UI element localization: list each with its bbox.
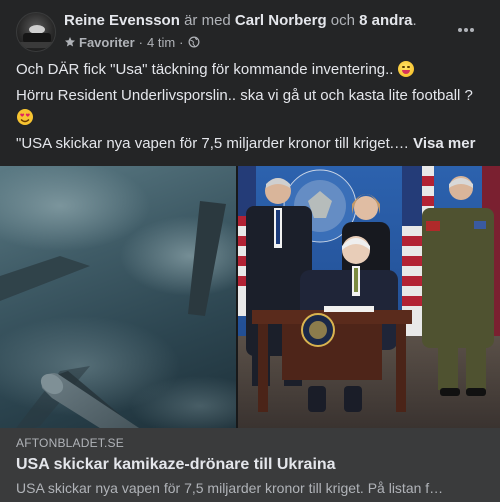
connector-text: är med bbox=[184, 12, 231, 29]
signing-image[interactable] bbox=[238, 166, 500, 428]
post-text-line-2: Hörru Resident Underlivsporslin.. ska vi… bbox=[16, 86, 473, 106]
others-link[interactable]: 8 andra bbox=[359, 12, 412, 29]
title-period: . bbox=[412, 12, 417, 29]
post-text-line-1: Och DÄR fick "Usa" täckning för kommande… bbox=[16, 60, 414, 80]
meta-separator: · bbox=[138, 34, 143, 50]
drone-image[interactable] bbox=[0, 166, 236, 428]
and-text: och bbox=[330, 12, 355, 29]
post-meta: Favoriter · 4 tim · bbox=[64, 34, 200, 50]
link-title[interactable]: USA skickar kamikaze-drönare till Ukrain… bbox=[16, 456, 336, 474]
see-more-link[interactable]: Visa mer bbox=[413, 135, 475, 152]
post-text-2: Hörru Resident Underlivsporslin.. ska vi… bbox=[16, 87, 473, 104]
more-options-icon[interactable] bbox=[450, 18, 482, 42]
post-text-line-3: "USA skickar nya vapen för 7,5 miljarder… bbox=[16, 134, 475, 154]
post-text-1: Och DÄR fick "Usa" täckning för kommande… bbox=[16, 61, 394, 78]
post-media[interactable] bbox=[0, 166, 500, 428]
link-description: USA skickar nya vapen för 7,5 miljarder … bbox=[16, 480, 444, 496]
meta-separator-2: · bbox=[179, 34, 184, 50]
post-title-line: Reine Evensson är med Carl Norberg och 8… bbox=[64, 12, 417, 30]
heart-eyes-emoji-icon bbox=[16, 108, 34, 126]
author-name[interactable]: Reine Evensson bbox=[64, 12, 180, 29]
link-preview[interactable]: AFTONBLADET.SE USA skickar kamikaze-drön… bbox=[0, 428, 500, 502]
post-text-3: "USA skickar nya vapen för 7,5 miljarder… bbox=[16, 135, 409, 152]
audience-label[interactable]: Favoriter bbox=[79, 35, 135, 50]
globe-icon[interactable] bbox=[188, 36, 200, 48]
avatar[interactable] bbox=[16, 12, 56, 52]
post-header: Reine Evensson är med Carl Norberg och 8… bbox=[0, 0, 500, 60]
grinning-emoji-icon bbox=[397, 61, 414, 77]
post-time[interactable]: 4 tim bbox=[147, 35, 175, 50]
star-icon bbox=[64, 36, 76, 48]
link-domain: AFTONBLADET.SE bbox=[16, 436, 124, 450]
tagged-person[interactable]: Carl Norberg bbox=[235, 12, 327, 29]
